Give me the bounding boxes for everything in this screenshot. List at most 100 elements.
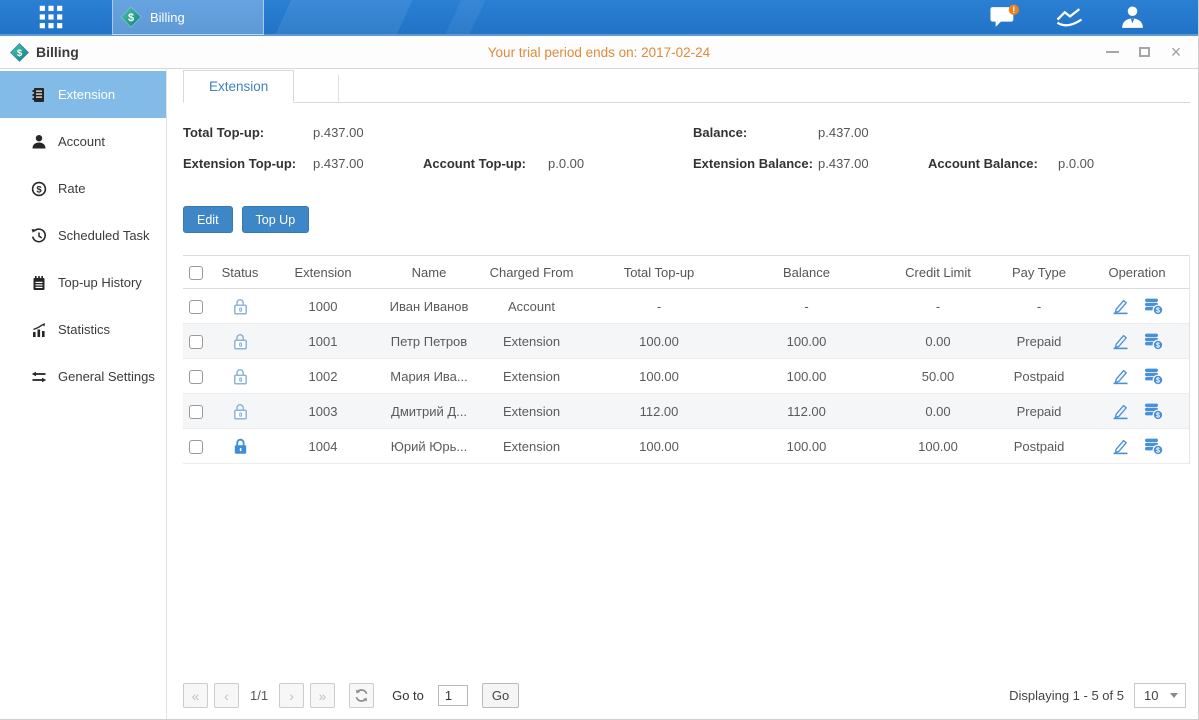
top-up-coins-icon[interactable]: $ xyxy=(1143,332,1164,351)
sidebar-item-rate[interactable]: $Rate xyxy=(0,165,166,212)
billing-dollar-icon: $ xyxy=(10,43,29,62)
cell-balance: 100.00 xyxy=(730,359,883,394)
prev-page-button[interactable]: ‹ xyxy=(214,683,239,708)
column-header-extension: Extension xyxy=(263,256,383,289)
sidebar-item-label: Scheduled Task xyxy=(58,228,150,243)
lock-closed-icon[interactable] xyxy=(232,437,249,456)
svg-text:$: $ xyxy=(1156,342,1160,349)
sidebar-item-extension[interactable]: Extension xyxy=(0,71,166,118)
lock-open-icon[interactable] xyxy=(232,332,249,351)
row-checkbox[interactable] xyxy=(189,300,203,314)
cell-extension: 1001 xyxy=(263,324,383,359)
sidebar-item-account[interactable]: Account xyxy=(0,118,166,165)
edit-pencil-icon[interactable] xyxy=(1111,403,1130,420)
taskbar-tab-billing[interactable]: $ Billing xyxy=(112,0,264,35)
cell-credit-limit: 100.00 xyxy=(883,429,993,464)
edit-pencil-icon[interactable] xyxy=(1111,438,1130,455)
sidebar-item-statistics[interactable]: Statistics xyxy=(0,306,166,353)
cell-total-topup: 100.00 xyxy=(588,429,730,464)
table-row: 1000Иван ИвановAccount----$ xyxy=(183,289,1189,324)
tab-bar: Extension xyxy=(183,69,1190,103)
notepad-icon xyxy=(30,275,47,291)
messages-icon[interactable]: ! xyxy=(989,4,1021,31)
tab-extension[interactable]: Extension xyxy=(183,70,294,103)
cell-total-topup: 100.00 xyxy=(588,324,730,359)
select-all-checkbox[interactable] xyxy=(189,266,203,280)
sidebar: Extension Account$Rate Scheduled Task Top-u… xyxy=(0,69,167,720)
account-balance-value: p.0.00 xyxy=(1058,148,1094,179)
cell-name: Петр Петров xyxy=(383,324,475,359)
edit-pencil-icon[interactable] xyxy=(1111,333,1130,350)
top-up-button[interactable]: Top Up xyxy=(242,206,310,233)
cell-name: Юрий Юрь... xyxy=(383,429,475,464)
close-icon[interactable]: × xyxy=(1168,44,1184,60)
lock-open-icon[interactable] xyxy=(232,402,249,421)
sidebar-item-top-up-history[interactable]: Top-up History xyxy=(0,259,166,306)
lock-open-icon[interactable] xyxy=(232,297,249,316)
cell-pay-type: Postpaid xyxy=(993,359,1085,394)
top-up-coins-icon[interactable]: $ xyxy=(1143,297,1164,316)
cell-pay-type: Postpaid xyxy=(993,429,1085,464)
refresh-icon[interactable] xyxy=(349,683,374,708)
cell-balance: 100.00 xyxy=(730,324,883,359)
cell-charged-from: Extension xyxy=(475,359,588,394)
last-page-button[interactable]: » xyxy=(310,683,335,708)
maximize-icon[interactable] xyxy=(1136,44,1152,60)
sidebar-item-label: Top-up History xyxy=(58,275,142,290)
table-row: 1004Юрий Юрь...Extension100.00100.00100.… xyxy=(183,429,1189,464)
cell-extension: 1002 xyxy=(263,359,383,394)
top-up-coins-icon[interactable]: $ xyxy=(1143,367,1164,386)
edit-pencil-icon[interactable] xyxy=(1111,298,1130,315)
column-header-name: Name xyxy=(383,256,475,289)
account-topup-value: p.0.00 xyxy=(548,148,584,179)
main-panel: Extension Total Top-up: p.437.00 Balance… xyxy=(167,69,1198,720)
go-button[interactable]: Go xyxy=(482,683,519,708)
cell-credit-limit: - xyxy=(883,289,993,324)
column-header-pay-type: Pay Type xyxy=(993,256,1085,289)
cell-name: Дмитрий Д... xyxy=(383,394,475,429)
cell-credit-limit: 0.00 xyxy=(883,324,993,359)
cell-pay-type: Prepaid xyxy=(993,324,1085,359)
summary-panel: Total Top-up: p.437.00 Balance: p.437.00… xyxy=(183,117,1190,179)
svg-text:!: ! xyxy=(1012,4,1015,14)
next-page-button[interactable]: › xyxy=(279,683,304,708)
sidebar-item-label: Statistics xyxy=(58,322,110,337)
extension-topup-label: Extension Top-up: xyxy=(183,148,296,179)
edit-pencil-icon[interactable] xyxy=(1111,368,1130,385)
top-up-coins-icon[interactable]: $ xyxy=(1143,437,1164,456)
reports-chart-icon[interactable] xyxy=(1055,6,1085,29)
cell-credit-limit: 0.00 xyxy=(883,394,993,429)
app-grid-icon[interactable] xyxy=(38,4,64,30)
window-title: Billing xyxy=(36,44,79,60)
svg-text:$: $ xyxy=(1156,307,1160,314)
sidebar-item-scheduled-task[interactable]: Scheduled Task xyxy=(0,212,166,259)
user-account-icon[interactable] xyxy=(1119,5,1146,30)
column-header-status: Status xyxy=(217,256,263,289)
first-page-button[interactable]: « xyxy=(183,683,208,708)
lock-open-icon[interactable] xyxy=(232,367,249,386)
row-checkbox[interactable] xyxy=(189,335,203,349)
goto-page-input[interactable] xyxy=(438,685,468,706)
cell-total-topup: 100.00 xyxy=(588,359,730,394)
row-checkbox[interactable] xyxy=(189,440,203,454)
page-size-value: 10 xyxy=(1135,688,1158,703)
column-header-balance: Balance xyxy=(730,256,883,289)
top-up-coins-icon[interactable]: $ xyxy=(1143,402,1164,421)
cell-charged-from: Account xyxy=(475,289,588,324)
titlebar: $ Billing Your trial period ends on: 201… xyxy=(0,36,1198,69)
cell-charged-from: Extension xyxy=(475,324,588,359)
minimize-icon[interactable] xyxy=(1104,44,1120,60)
cell-credit-limit: 50.00 xyxy=(883,359,993,394)
row-checkbox[interactable] xyxy=(189,405,203,419)
sidebar-item-general-settings[interactable]: General Settings xyxy=(0,353,166,400)
cell-charged-from: Extension xyxy=(475,429,588,464)
edit-button[interactable]: Edit xyxy=(183,206,233,233)
sidebar-item-label: Extension xyxy=(58,87,115,102)
cell-balance: - xyxy=(730,289,883,324)
column-header-credit-limit: Credit Limit xyxy=(883,256,993,289)
row-checkbox[interactable] xyxy=(189,370,203,384)
page-size-select[interactable]: 10 xyxy=(1134,683,1186,708)
trial-notice: Your trial period ends on: 2017-02-24 xyxy=(0,45,1198,60)
cell-pay-type: - xyxy=(993,289,1085,324)
balance-label: Balance: xyxy=(693,117,747,148)
